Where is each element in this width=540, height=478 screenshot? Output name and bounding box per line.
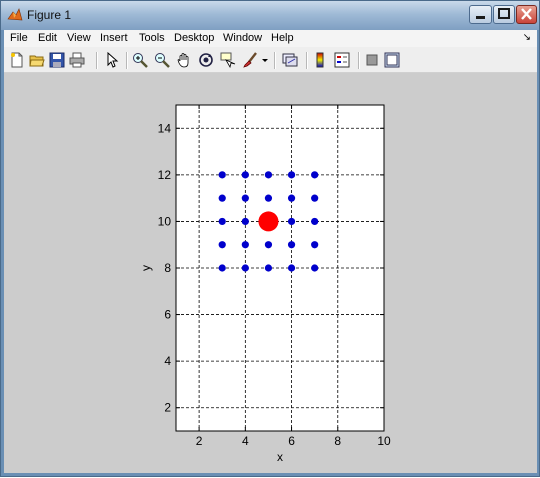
data-point [287, 171, 296, 179]
y-tick-label: 8 [164, 261, 171, 275]
brush-icon[interactable] [242, 52, 258, 68]
data-point [218, 217, 226, 226]
data-point [311, 217, 319, 226]
x-tick-label: 10 [377, 434, 391, 448]
y-tick-label: 14 [158, 121, 172, 135]
toolbar-separator [274, 52, 276, 69]
menu-tools[interactable]: Tools [139, 32, 165, 44]
window-title: Figure 1 [27, 8, 72, 22]
print-icon[interactable] [69, 52, 85, 68]
highlight-point [258, 211, 279, 232]
legend-icon[interactable] [334, 52, 350, 68]
data-point [287, 217, 296, 226]
menu-insert[interactable]: Insert [100, 32, 128, 44]
show-plot-tools-icon[interactable] [384, 52, 400, 68]
maximize-icon [498, 8, 510, 19]
data-point [311, 194, 319, 202]
data-point [264, 241, 273, 249]
data-point [264, 194, 273, 202]
colorbar-icon[interactable] [312, 52, 328, 68]
menu-file[interactable]: File [10, 32, 28, 44]
data-point [241, 264, 249, 272]
data-point [264, 171, 273, 179]
data-point [264, 264, 273, 272]
brush-dropdown-icon[interactable] [260, 52, 270, 68]
edit-plot-arrow-icon[interactable] [104, 52, 120, 68]
close-button[interactable] [516, 5, 537, 24]
minimize-icon [476, 16, 485, 19]
data-point [311, 241, 319, 249]
x-tick-label: 8 [334, 434, 341, 448]
data-point [218, 194, 226, 202]
zoom-out-icon[interactable] [154, 52, 170, 68]
data-point [287, 194, 296, 202]
data-point [241, 217, 249, 226]
toolbar-separator [358, 52, 360, 69]
y-tick-label: 6 [164, 308, 171, 322]
title-bar[interactable]: Figure 1 [1, 1, 539, 30]
data-point [241, 241, 249, 249]
menu-window[interactable]: Window [223, 32, 262, 44]
data-point [241, 171, 249, 179]
figure-canvas: 2 4 6 8 10 2 4 6 8 10 12 14 x y [4, 73, 537, 473]
menu-help[interactable]: Help [271, 32, 294, 44]
pan-hand-icon[interactable] [176, 52, 192, 68]
data-point [287, 241, 296, 249]
scatter-plot[interactable]: 2 4 6 8 10 2 4 6 8 10 12 14 x y [4, 73, 537, 473]
x-tick-label: 2 [196, 434, 203, 448]
y-tick-label: 4 [164, 354, 171, 368]
zoom-in-icon[interactable] [132, 52, 148, 68]
figure-toolbar [4, 47, 537, 73]
rotate-3d-icon[interactable] [198, 52, 214, 68]
y-tick-label: 10 [158, 214, 172, 228]
toolbar-separator [306, 52, 308, 69]
minimize-button[interactable] [469, 5, 492, 24]
data-point [241, 194, 249, 202]
y-axis-label: y [139, 265, 153, 271]
data-point [311, 264, 319, 272]
data-cursor-icon[interactable] [220, 52, 236, 68]
y-tick-label: 12 [158, 168, 172, 182]
data-point [218, 241, 226, 249]
save-icon[interactable] [49, 52, 65, 68]
data-point [311, 171, 319, 179]
menu-edit[interactable]: Edit [38, 32, 57, 44]
menu-view[interactable]: View [67, 32, 91, 44]
x-tick-label: 6 [288, 434, 295, 448]
maximize-button[interactable] [493, 5, 515, 24]
close-icon [521, 8, 532, 20]
figure-window: Figure 1 File Edit View Insert Tools Des… [0, 0, 540, 477]
x-axis-label: x [277, 450, 283, 464]
hide-plot-tools-icon[interactable] [364, 52, 380, 68]
menu-bar: File Edit View Insert Tools Desktop Wind… [4, 30, 537, 47]
open-file-icon[interactable] [29, 52, 45, 68]
menu-desktop[interactable]: Desktop [174, 32, 214, 44]
x-tick-label: 4 [242, 434, 249, 448]
toolbar-separator [96, 52, 98, 69]
matlab-logo-icon [7, 8, 23, 21]
dock-arrow-icon[interactable]: ↘ [523, 32, 531, 43]
data-point [287, 264, 296, 272]
data-point [218, 171, 226, 179]
data-point [218, 264, 226, 272]
link-plot-icon[interactable] [282, 52, 298, 68]
new-figure-icon[interactable] [9, 52, 25, 68]
y-tick-label: 2 [164, 401, 171, 415]
toolbar-separator [126, 52, 128, 69]
